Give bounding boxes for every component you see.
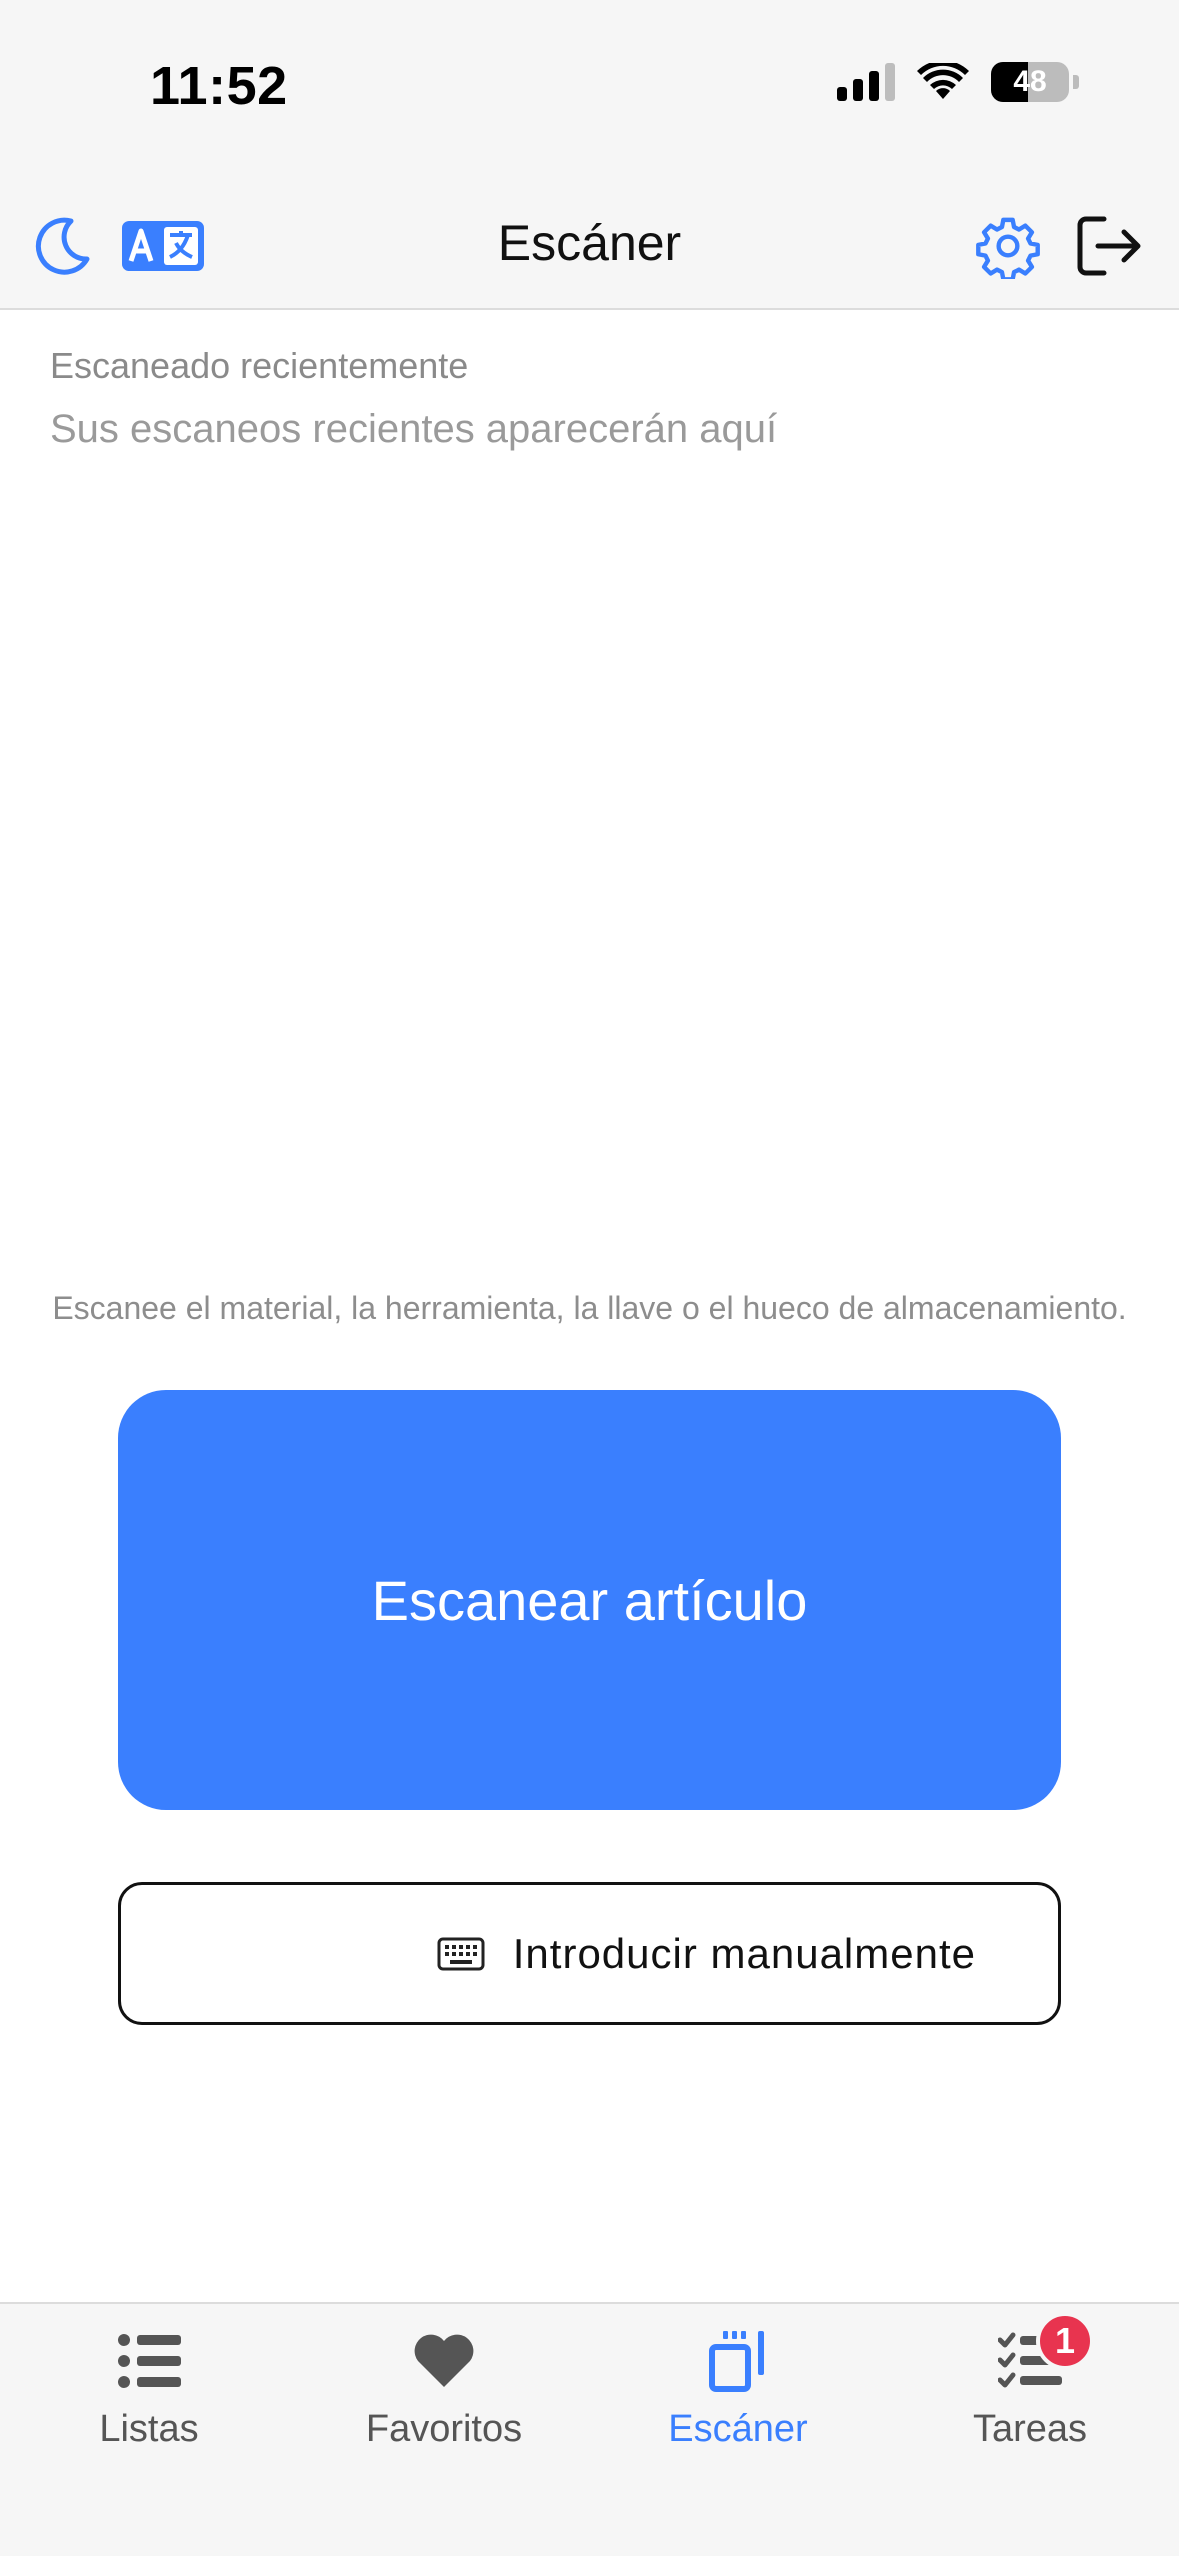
tab-label-favoritos: Favoritos	[365, 2408, 523, 2450]
heart-icon	[412, 2326, 476, 2396]
cellular-signal-icon	[837, 63, 895, 101]
recent-scans-heading: Escaneado recientemente	[50, 345, 469, 386]
tab-listas[interactable]: Listas	[19, 2326, 279, 2456]
battery-icon: 48	[991, 62, 1069, 102]
battery-level: 48	[1013, 65, 1047, 98]
tab-tareas[interactable]: 1 Tareas	[900, 2312, 1160, 2456]
tab-label-listas: Listas	[99, 2408, 199, 2450]
manual-entry-button[interactable]: Introducir manualmente	[118, 1882, 1061, 2025]
status-bar: 11:52 48	[0, 0, 1179, 180]
tasks-icon: 1	[998, 2312, 1094, 2396]
wifi-icon	[917, 63, 969, 99]
recent-scans-empty-message: Sus escaneos recientes aparecerán aquí	[50, 407, 778, 451]
tab-label-escaner: Escáner	[668, 2408, 808, 2450]
scanner-icon	[706, 2326, 770, 2396]
tab-label-tareas: Tareas	[972, 2408, 1088, 2450]
status-time: 11:52	[150, 56, 288, 116]
tasks-badge: 1	[1036, 2312, 1094, 2370]
manual-entry-label: Introducir manualmente	[512, 1929, 976, 1977]
scanner-screen: 11:52 48 Escáner Escaneado recientemente…	[0, 0, 1179, 2556]
recent-scans-section: Escaneado recientemente Sus escaneos rec…	[50, 345, 1130, 452]
battery-cap	[1073, 75, 1079, 89]
tab-bar: Listas Favoritos Escáner 1 Tareas	[0, 2302, 1179, 2556]
gear-icon	[976, 217, 1040, 279]
scan-item-button[interactable]: Escanear artículo	[118, 1390, 1061, 1810]
logout-icon	[1077, 216, 1141, 276]
list-icon	[117, 2326, 181, 2396]
logout-button[interactable]	[1074, 210, 1146, 282]
settings-button[interactable]	[972, 210, 1044, 282]
scan-instruction: Escanee el material, la herramienta, la …	[52, 1290, 1127, 1326]
tab-escaner[interactable]: Escáner	[608, 2326, 868, 2456]
keyboard-icon	[437, 1937, 485, 1971]
header-bar: Escáner	[0, 180, 1179, 310]
tab-favoritos[interactable]: Favoritos	[314, 2326, 574, 2456]
scan-item-button-label: Escanear artículo	[371, 1568, 808, 1632]
status-icons: 48	[837, 62, 1079, 102]
